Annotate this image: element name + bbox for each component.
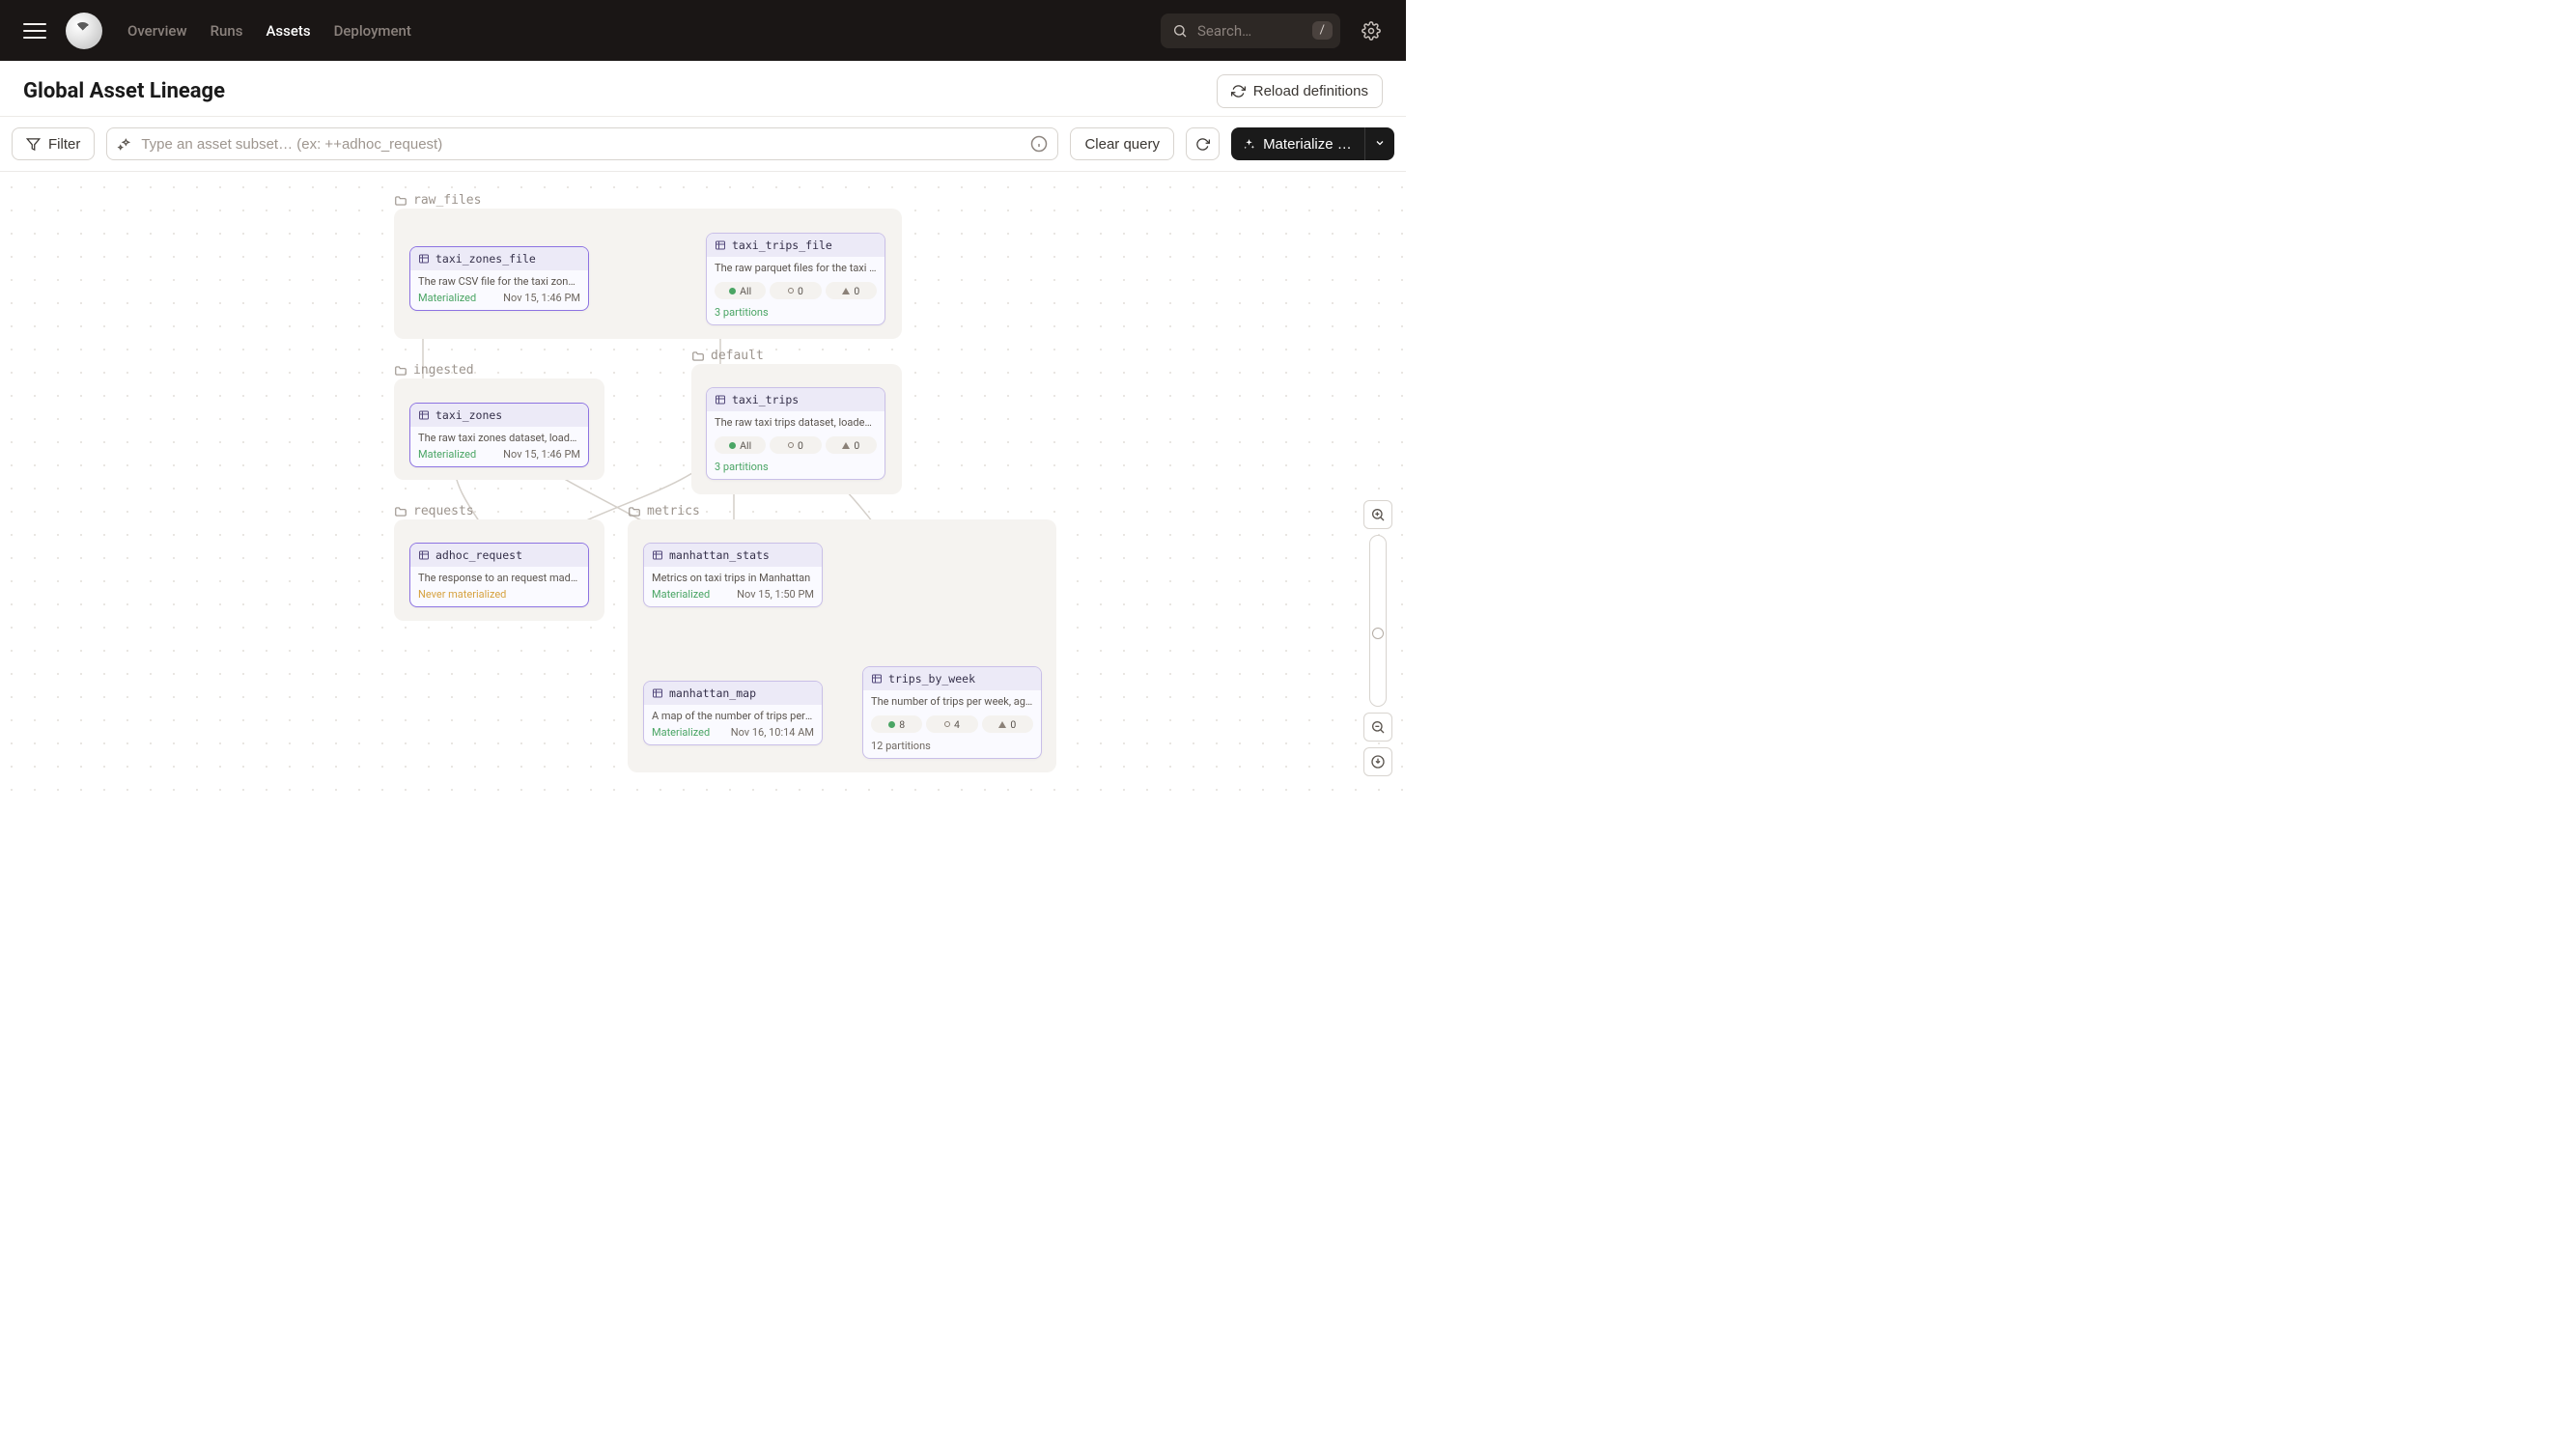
logo	[66, 13, 102, 49]
asset-taxi-zones[interactable]: taxi_zones The raw taxi zones dataset, l…	[409, 403, 589, 467]
folder-icon	[691, 350, 705, 363]
magic-wand-icon	[117, 137, 131, 152]
nav-overview[interactable]: Overview	[127, 22, 187, 40]
zoom-out-button[interactable]	[1363, 713, 1392, 742]
folder-icon	[628, 505, 641, 518]
zoom-in-icon	[1370, 507, 1386, 522]
info-icon[interactable]	[1030, 135, 1048, 153]
folder-icon	[394, 364, 407, 378]
refresh-icon	[1231, 84, 1246, 98]
search-shortcut-key: /	[1312, 21, 1333, 40]
group-label-raw-files: raw_files	[394, 193, 481, 208]
table-icon	[715, 394, 726, 406]
zoom-slider-knob[interactable]	[1372, 628, 1384, 639]
hamburger-menu-button[interactable]	[23, 19, 46, 42]
folder-icon	[394, 505, 407, 518]
reload-definitions-button[interactable]: Reload definitions	[1217, 74, 1383, 108]
table-icon	[871, 673, 883, 685]
table-icon	[652, 549, 663, 561]
materialize-dropdown-button[interactable]	[1364, 127, 1394, 160]
clear-query-button[interactable]: Clear query	[1070, 127, 1174, 160]
search-icon	[1172, 23, 1188, 39]
lineage-canvas[interactable]: raw_files ingested default requests metr…	[0, 172, 1406, 794]
filter-icon	[26, 137, 41, 152]
table-icon	[418, 253, 430, 265]
zoom-out-icon	[1370, 719, 1386, 735]
page-title: Global Asset Lineage	[23, 79, 225, 103]
materialize-all-button[interactable]: Materialize all…	[1231, 127, 1364, 160]
group-label-default: default	[691, 349, 764, 363]
group-label-metrics: metrics	[628, 504, 700, 518]
table-icon	[418, 549, 430, 561]
asset-query-input[interactable]	[141, 136, 1021, 153]
nav-deployment[interactable]: Deployment	[334, 22, 411, 40]
asset-trips-by-week[interactable]: trips_by_week The number of trips per we…	[862, 666, 1042, 759]
table-icon	[418, 409, 430, 421]
group-label-requests: requests	[394, 504, 474, 518]
filter-button[interactable]: Filter	[12, 127, 95, 160]
asset-adhoc-request[interactable]: adhoc_request The response to an request…	[409, 543, 589, 607]
settings-button[interactable]	[1360, 19, 1383, 42]
asset-manhattan-stats[interactable]: manhattan_stats Metrics on taxi trips in…	[643, 543, 823, 607]
folder-icon	[394, 194, 407, 208]
export-button[interactable]	[1363, 747, 1392, 776]
table-icon	[652, 687, 663, 699]
chevron-down-icon	[1374, 137, 1386, 149]
nav-runs[interactable]: Runs	[211, 22, 243, 40]
asset-manhattan-map[interactable]: manhattan_map A map of the number of tri…	[643, 681, 823, 745]
download-icon	[1370, 754, 1386, 770]
zoom-slider[interactable]	[1369, 535, 1387, 707]
asset-taxi-trips-file[interactable]: taxi_trips_file The raw parquet files fo…	[706, 233, 885, 325]
nav-assets[interactable]: Assets	[266, 22, 310, 40]
refresh-icon	[1195, 137, 1210, 152]
table-icon	[715, 239, 726, 251]
zoom-in-button[interactable]	[1363, 500, 1392, 529]
gear-icon	[1362, 21, 1381, 41]
asset-taxi-trips[interactable]: taxi_trips The raw taxi trips dataset, l…	[706, 387, 885, 480]
asset-taxi-zones-file[interactable]: taxi_zones_file The raw CSV file for the…	[409, 246, 589, 311]
asset-query-input-container[interactable]	[106, 127, 1058, 160]
zoom-controls	[1363, 500, 1392, 782]
refresh-graph-button[interactable]	[1186, 127, 1220, 160]
sparkle-icon	[1243, 137, 1255, 152]
group-label-ingested: ingested	[394, 363, 474, 378]
global-search[interactable]: Search… /	[1161, 14, 1340, 48]
search-placeholder: Search…	[1197, 22, 1303, 40]
